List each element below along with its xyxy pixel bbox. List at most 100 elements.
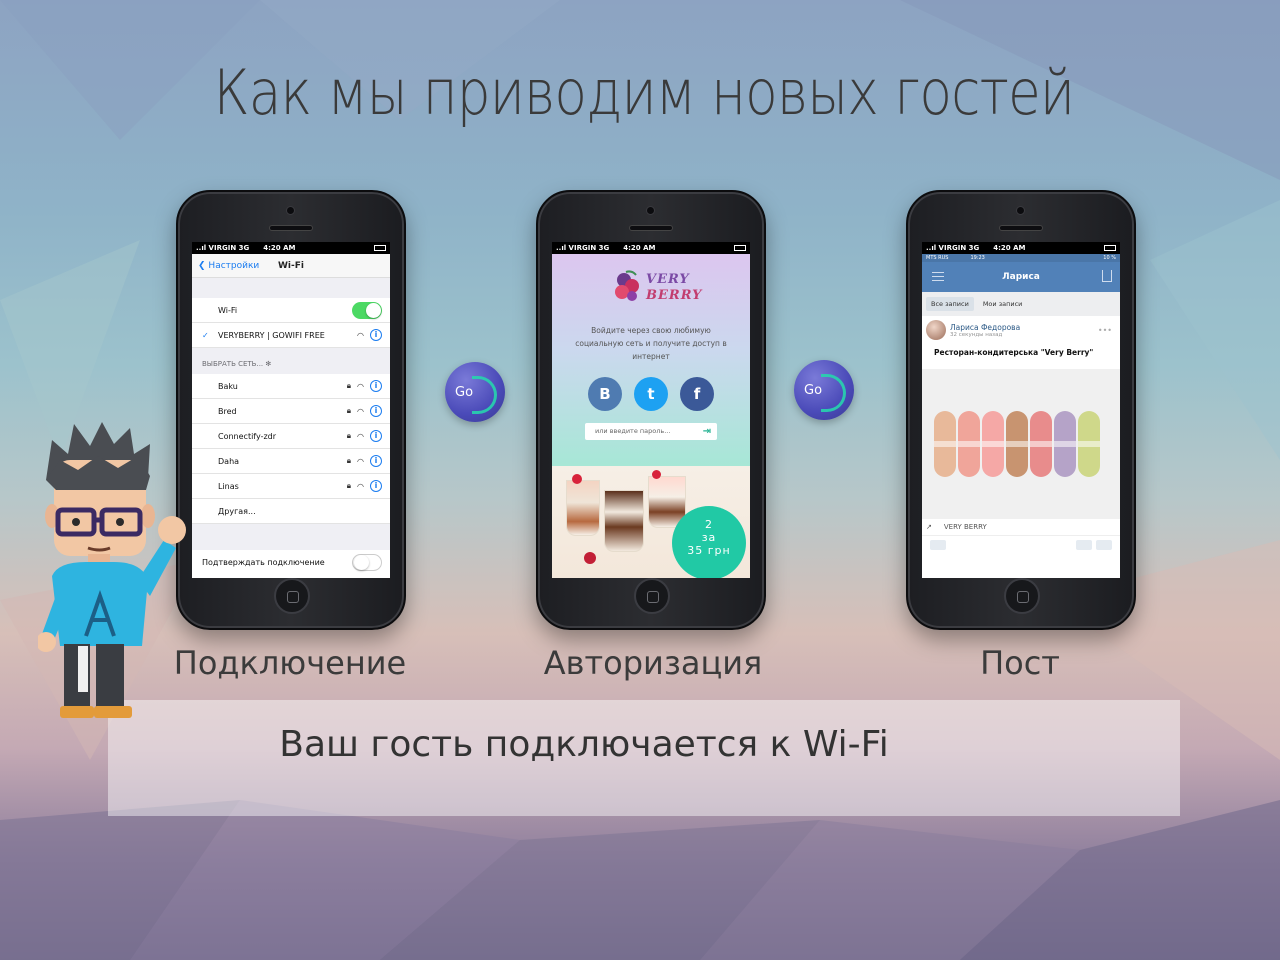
caption-post: Пост (980, 644, 1060, 682)
nav-title: Wi-Fi (278, 260, 304, 271)
wifi-toggle[interactable] (352, 301, 382, 319)
like-icon[interactable] (1096, 540, 1112, 550)
network-row[interactable]: Connectify-zdr 🔒︎ ◠ i (192, 424, 390, 449)
more-options-icon[interactable]: ••• (1098, 326, 1112, 335)
wifi-icon: ◠ (357, 431, 364, 441)
lock-icon: 🔒︎ (346, 456, 352, 465)
info-icon[interactable]: i (370, 329, 382, 341)
spinner-icon: ✻ (265, 360, 272, 368)
logo-line-2: BERRY (646, 288, 703, 303)
info-icon[interactable]: i (370, 380, 382, 392)
choose-network-label: ВЫБРАТЬ СЕТЬ... (202, 360, 264, 368)
promo-for: за (701, 531, 717, 544)
network-row[interactable]: Bred 🔒︎ ◠ i (192, 399, 390, 424)
battery-icon (1104, 245, 1116, 251)
camera (286, 206, 295, 215)
wifi-toggle-row: Wi-Fi (192, 298, 390, 323)
clock: 4:20 AM (623, 244, 656, 252)
back-button[interactable]: ❮ Настройки (198, 261, 259, 271)
facebook-login-button[interactable]: f (680, 377, 714, 411)
author-name[interactable]: Лариса Федорова (950, 323, 1020, 332)
link-row[interactable]: ↗ VERY BERRY (922, 519, 1120, 536)
social-buttons: B t f (552, 377, 750, 411)
connected-network-row[interactable]: ✓ VERYBERRY | GOWIFI FREE ◠ i (192, 323, 390, 348)
vk-login-button[interactable]: B (588, 377, 622, 411)
tab-all-posts[interactable]: Все записи (926, 297, 974, 311)
repost-icon: ↗ (926, 523, 932, 531)
macarons-photo[interactable] (922, 369, 1120, 519)
go-wifi-logo-icon: Go (794, 360, 854, 420)
other-network-label: Другая... (218, 506, 256, 516)
wifi-settings-screen: ..ıl VIRGIN 3G 4:20 AM ❮ Настройки Wi-Fi… (192, 242, 390, 578)
battery-icon (734, 245, 746, 251)
status-bar: ..ıl VIRGIN 3G 4:20 AM (552, 242, 750, 254)
speaker (269, 225, 313, 231)
info-icon[interactable]: i (370, 455, 382, 467)
inner-carrier: MTS RUS (926, 255, 949, 261)
avatar[interactable] (926, 320, 946, 340)
twitter-icon: t (647, 385, 655, 403)
vk-header: Лариса (922, 262, 1120, 292)
wifi-label: Wi-Fi (218, 305, 238, 315)
post-time: 32 секунды назад (950, 331, 1003, 338)
menu-icon[interactable] (932, 272, 944, 281)
facebook-icon: f (693, 385, 701, 403)
status-bar: ..ıl VIRGIN 3G 4:20 AM (922, 242, 1120, 254)
profile-title: Лариса (1002, 272, 1040, 282)
link-label: VERY BERRY (943, 523, 987, 531)
lock-icon: 🔒︎ (346, 381, 352, 390)
home-button[interactable] (634, 578, 670, 614)
post-card: Лариса Федорова 32 секунды назад ••• Рес… (922, 316, 1120, 576)
logo-line-1: VERY (646, 272, 690, 287)
lock-icon: 🔒︎ (346, 481, 352, 490)
phone-vk-post: ..ıl VIRGIN 3G 4:20 AM MTS RUS 19:23 10 … (906, 190, 1136, 630)
ask-to-join-toggle[interactable] (352, 554, 382, 571)
share-post-icon[interactable] (1076, 540, 1092, 550)
network-row[interactable]: Baku 🔒︎ ◠ i (192, 374, 390, 399)
tab-my-posts[interactable]: Мои записи (978, 297, 1028, 311)
network-name: Baku (218, 381, 238, 391)
promo-count: 2 (705, 518, 713, 531)
post-text: Ресторан-кондитерська "Very Berry" (934, 348, 1094, 357)
network-name: Daha (218, 456, 240, 466)
authorization-screen: ..ıl VIRGIN 3G 4:20 AM VERY BERRY Войдит… (552, 242, 750, 578)
page-title: Как мы приводим новых гостей (213, 56, 1075, 129)
network-name: Linas (218, 481, 239, 491)
inner-battery: 10 % (1103, 255, 1116, 261)
nav-bar: ❮ Настройки Wi-Fi (192, 254, 390, 278)
share-icon[interactable] (1102, 270, 1112, 282)
promo-price: 35 грн (687, 544, 731, 557)
enter-arrow-icon[interactable]: ⇥ (703, 426, 711, 437)
choose-network-header: ВЫБРАТЬ СЕТЬ... ✻ (192, 348, 390, 374)
speaker (999, 225, 1043, 231)
mascot-character (38, 422, 186, 718)
status-bar: ..ıl VIRGIN 3G 4:20 AM (192, 242, 390, 254)
post-author: Лариса Федорова 32 секунды назад (922, 320, 1120, 340)
password-input[interactable]: или введите пароль... ⇥ (585, 423, 717, 440)
other-network-row[interactable]: Другая... (192, 499, 390, 524)
lock-icon: 🔒︎ (346, 406, 352, 415)
back-chevron-icon: ❮ (198, 260, 206, 271)
carrier-label: ..ıl VIRGIN 3G (926, 244, 980, 252)
connected-network-name: VERYBERRY | GOWIFI FREE (218, 330, 325, 340)
go-label: Go (455, 384, 474, 400)
network-row[interactable]: Daha 🔒︎ ◠ i (192, 449, 390, 474)
wifi-icon: ◠ (357, 406, 364, 416)
info-icon[interactable]: i (370, 430, 382, 442)
comment-icon[interactable] (930, 540, 946, 550)
home-button[interactable] (1004, 578, 1040, 614)
home-button[interactable] (274, 578, 310, 614)
go-wifi-logo-icon: Go (445, 362, 505, 422)
lock-icon: 🔒︎ (346, 431, 352, 440)
clock: 4:20 AM (993, 244, 1026, 252)
camera (1016, 206, 1025, 215)
inner-status-bar: MTS RUS 19:23 10 % (922, 254, 1120, 262)
wifi-icon: ◠ (357, 381, 364, 391)
info-icon[interactable]: i (370, 480, 382, 492)
very-berry-logo: VERY BERRY (552, 254, 750, 324)
post-tabs: Все записи Мои записи (922, 292, 1120, 316)
twitter-login-button[interactable]: t (634, 377, 668, 411)
info-icon[interactable]: i (370, 405, 382, 417)
network-row[interactable]: Linas 🔒︎ ◠ i (192, 474, 390, 499)
inner-clock: 19:23 (970, 255, 985, 261)
